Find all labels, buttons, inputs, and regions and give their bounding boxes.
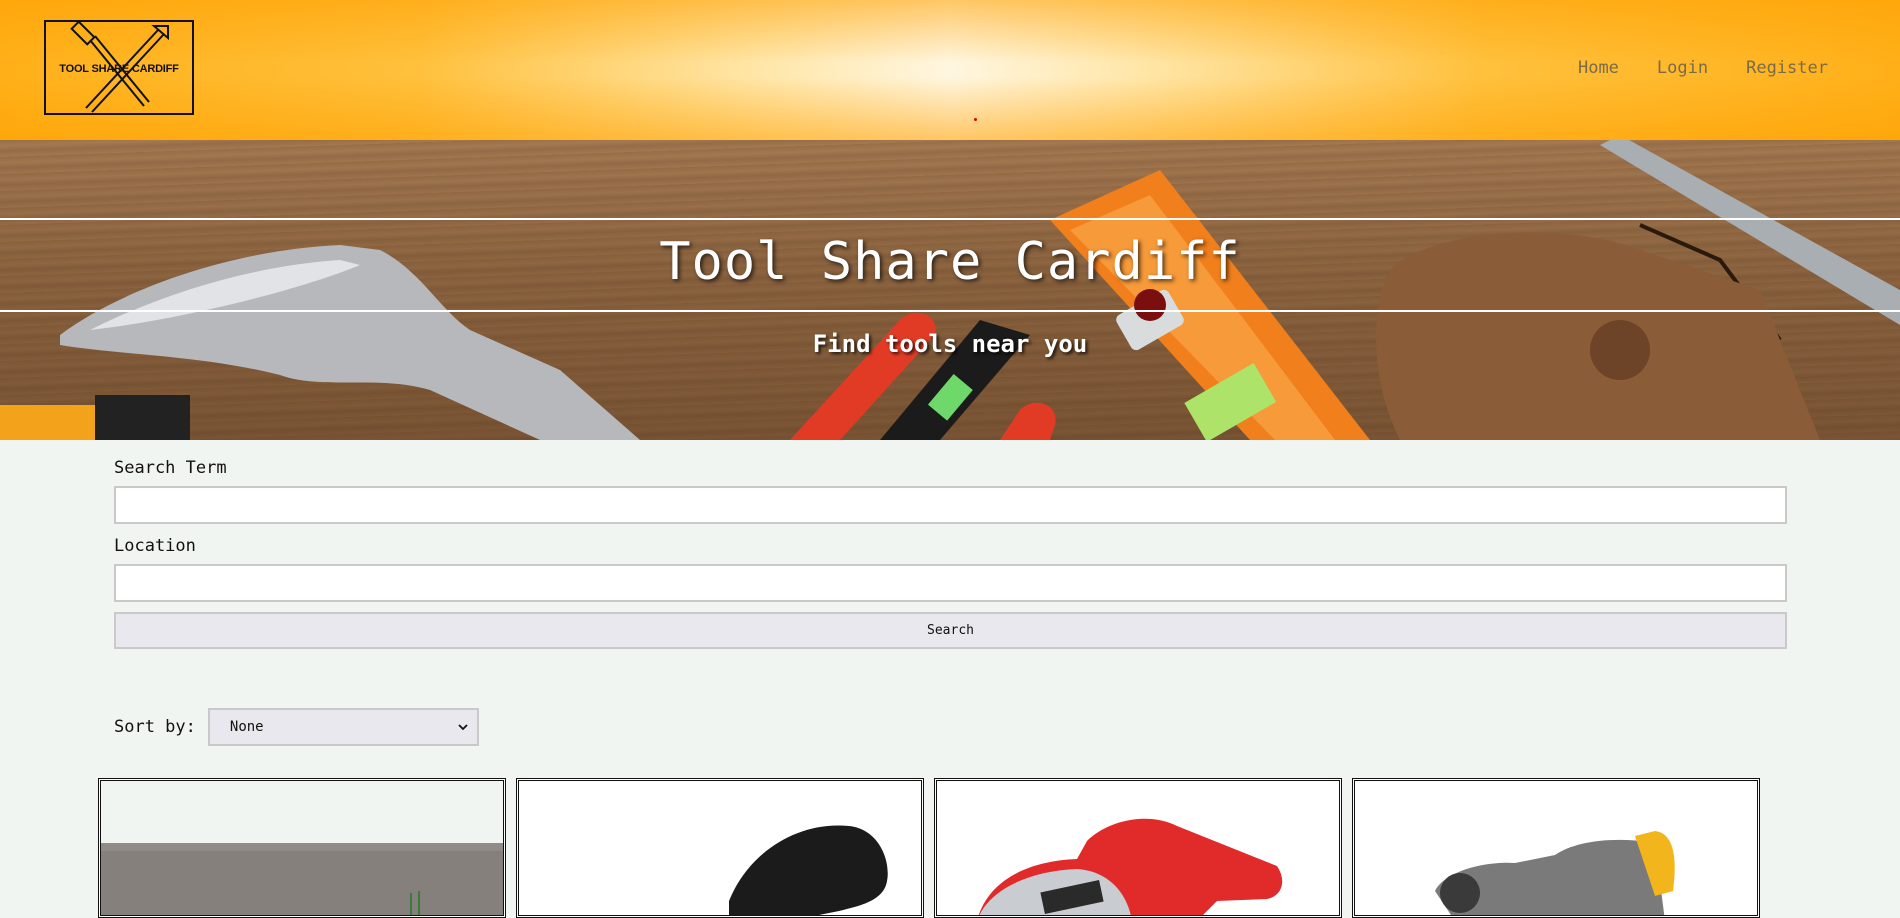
tool-card-image	[729, 825, 888, 915]
chevron-down-icon	[458, 724, 468, 731]
hero-divider-bottom	[0, 310, 1900, 312]
sort-selected-value: None	[229, 719, 264, 735]
search-form: Search Term Location Search	[114, 456, 1787, 649]
site-header: TOOL SHARE CARDIFF Home Login Register	[0, 0, 1900, 140]
sort-control: Sort by: None	[114, 708, 479, 746]
tool-card[interactable]	[98, 778, 506, 918]
hero-divider-top	[0, 218, 1900, 220]
tool-card-image	[978, 818, 1283, 915]
search-button[interactable]: Search	[114, 612, 1787, 649]
tool-card[interactable]	[516, 778, 924, 918]
tool-card[interactable]	[934, 778, 1342, 918]
nav-register-link[interactable]: Register	[1746, 58, 1828, 78]
hero-banner: Tool Share Cardiff Find tools near you	[0, 140, 1900, 440]
hero-subtitle: Find tools near you	[812, 330, 1088, 358]
red-dot	[974, 118, 977, 121]
tool-card-image	[101, 781, 503, 915]
sort-select[interactable]: None	[207, 708, 479, 746]
logo-text: TOOL SHARE CARDIFF	[59, 63, 179, 75]
main-nav: Home Login Register	[1578, 58, 1828, 78]
location-label: Location	[114, 536, 196, 556]
hero-title: Tool Share Cardiff	[659, 232, 1241, 292]
search-term-input[interactable]	[114, 486, 1787, 524]
tool-card-image	[1435, 831, 1675, 915]
site-logo[interactable]: TOOL SHARE CARDIFF	[44, 20, 194, 115]
nav-home-link[interactable]: Home	[1578, 58, 1619, 78]
nav-login-link[interactable]: Login	[1657, 58, 1708, 78]
location-input[interactable]	[114, 564, 1787, 602]
tool-card[interactable]	[1352, 778, 1760, 918]
search-term-label: Search Term	[114, 458, 227, 478]
sort-label: Sort by:	[114, 717, 196, 737]
